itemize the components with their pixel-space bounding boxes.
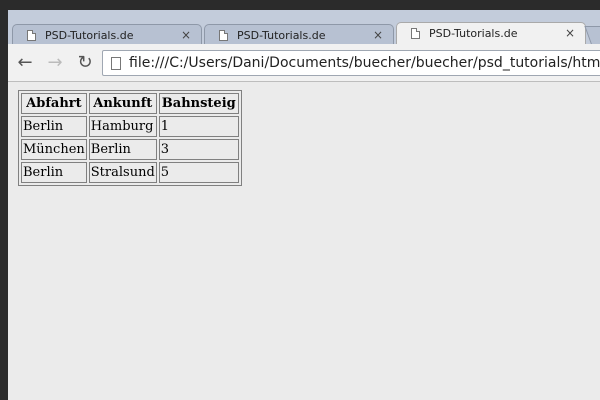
table-cell: Berlin	[88, 139, 157, 160]
table-header-row: Abfahrt Ankunft Bahnsteig	[21, 93, 239, 114]
new-tab-button[interactable]	[584, 26, 600, 46]
table-cell: München	[21, 139, 87, 160]
page-icon	[27, 30, 36, 41]
close-icon[interactable]: ×	[373, 28, 383, 42]
page-content: Abfahrt Ankunft Bahnsteig Berlin Hamburg…	[8, 82, 600, 400]
page-icon	[411, 28, 420, 39]
column-header: Abfahrt	[21, 93, 87, 114]
table-cell: Stralsund	[88, 162, 157, 183]
browser-window: PSD-Tutorials.de × PSD-Tutorials.de × PS…	[8, 10, 600, 400]
table-cell: Berlin	[21, 162, 87, 183]
table-row: München Berlin 3	[21, 139, 239, 160]
address-bar[interactable]: file:///C:/Users/Dani/Documents/buecher/…	[102, 50, 600, 76]
tab-3-active[interactable]: PSD-Tutorials.de ×	[396, 22, 586, 46]
tab-title: PSD-Tutorials.de	[429, 27, 518, 40]
toolbar: ← → ↻ file:///C:/Users/Dani/Documents/bu…	[8, 44, 600, 82]
close-icon[interactable]: ×	[181, 28, 191, 42]
page-icon	[219, 30, 228, 41]
desktop-edge	[0, 10, 8, 400]
tab-strip: PSD-Tutorials.de × PSD-Tutorials.de × PS…	[8, 18, 600, 46]
url-text: file:///C:/Users/Dani/Documents/buecher/…	[129, 55, 600, 71]
table-cell: 5	[158, 162, 239, 183]
back-button[interactable]: ←	[14, 52, 36, 74]
close-icon[interactable]: ×	[565, 26, 575, 40]
table-cell: Hamburg	[88, 116, 157, 137]
table-row: Berlin Stralsund 5	[21, 162, 239, 183]
tab-2[interactable]: PSD-Tutorials.de ×	[204, 24, 394, 46]
column-header: Bahnsteig	[158, 93, 239, 114]
page-icon	[111, 57, 121, 70]
reload-button[interactable]: ↻	[74, 52, 96, 74]
schedule-table: Abfahrt Ankunft Bahnsteig Berlin Hamburg…	[18, 90, 242, 186]
column-header: Ankunft	[88, 93, 157, 114]
tab-title: PSD-Tutorials.de	[45, 29, 134, 42]
table-row: Berlin Hamburg 1	[21, 116, 239, 137]
table-cell: 1	[158, 116, 239, 137]
table-cell: Berlin	[21, 116, 87, 137]
tab-1[interactable]: PSD-Tutorials.de ×	[12, 24, 202, 46]
forward-button[interactable]: →	[44, 52, 66, 74]
tab-title: PSD-Tutorials.de	[237, 29, 326, 42]
table-cell: 3	[158, 139, 239, 160]
